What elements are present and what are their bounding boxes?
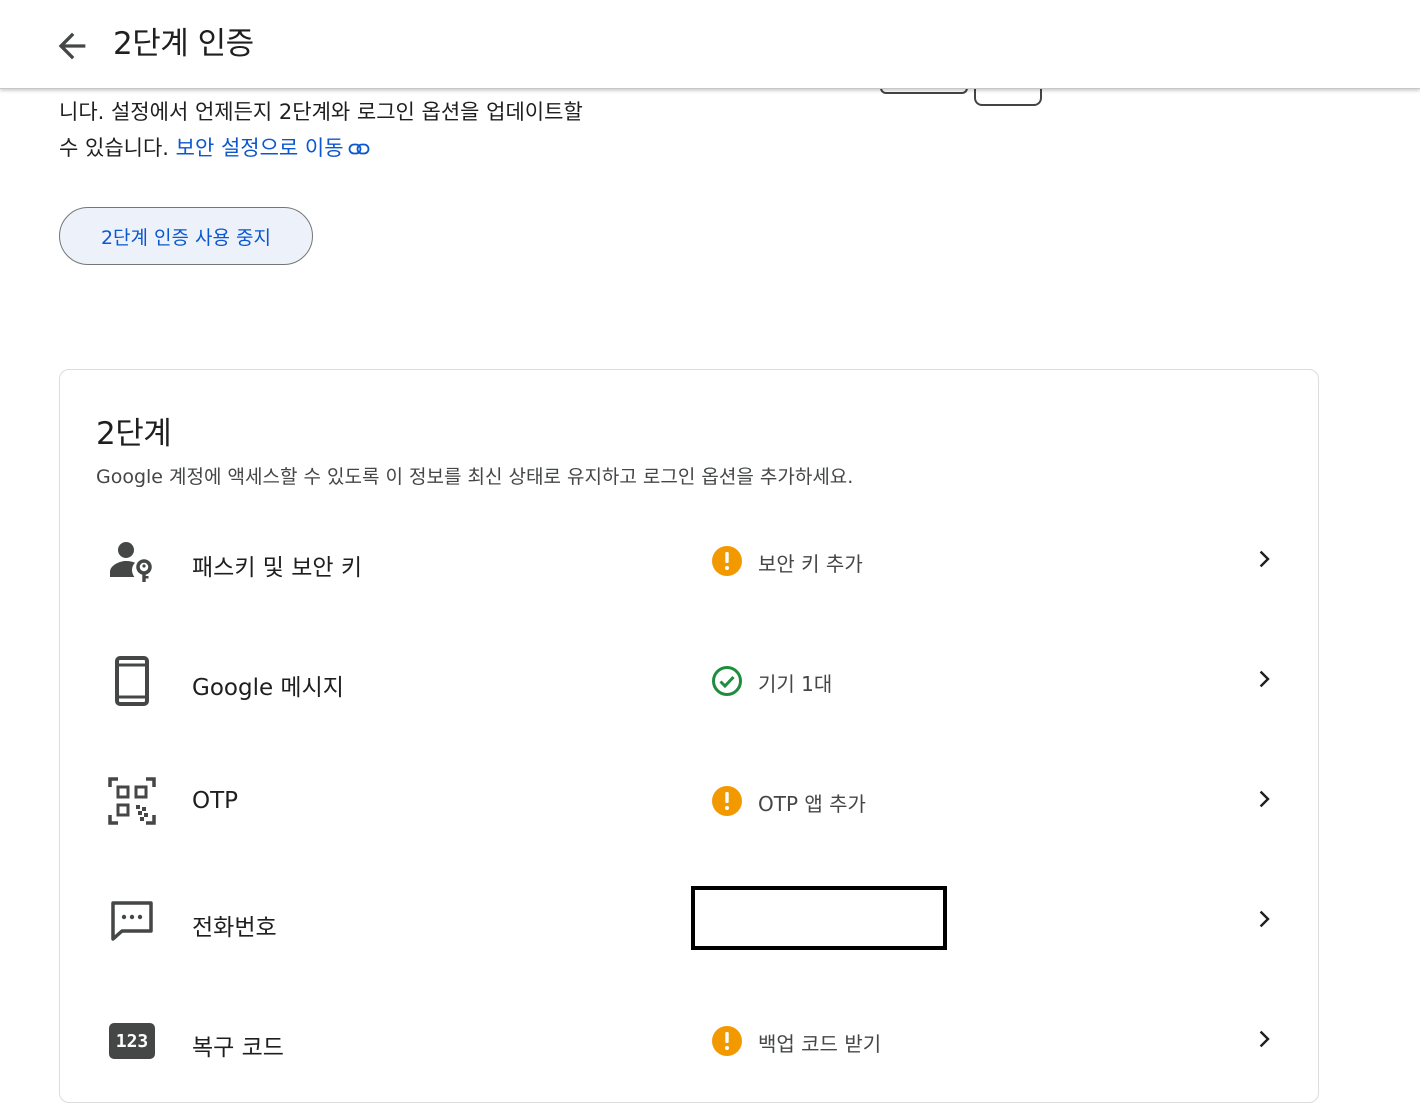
row-status: 백업 코드 받기 xyxy=(758,1032,882,1056)
intro-line: 수 있습니다. 보안 설정으로 이동 xyxy=(59,130,699,167)
second-steps-card: 2단계 Google 계정에 액세스할 수 있도록 이 정보를 최신 상태로 유… xyxy=(59,369,1319,1103)
backup-code-icon-text: 123 xyxy=(109,1023,155,1059)
check-circle-icon xyxy=(711,665,743,697)
chevron-right-icon xyxy=(1252,667,1276,691)
row-status: OTP 앱 추가 xyxy=(758,792,866,816)
list-item-phone-number[interactable]: 전화번호 xyxy=(60,861,1318,981)
passkey-icon xyxy=(108,533,156,589)
row-status: 기기 1대 xyxy=(758,672,833,696)
row-label: 복구 코드 xyxy=(192,1035,284,1061)
backup-code-icon: 123 xyxy=(108,1013,156,1069)
row-label: 전화번호 xyxy=(192,915,277,941)
list-item-google-messages[interactable]: Google 메시지 기기 1대 xyxy=(60,621,1318,741)
row-label: OTP xyxy=(192,788,239,814)
disable-2sv-button[interactable]: 2단계 인증 사용 중지 xyxy=(59,207,313,265)
card-subtitle: Google 계정에 액세스할 수 있도록 이 정보를 최신 상태로 유지하고 … xyxy=(96,466,854,488)
list-item-passkeys[interactable]: 패스키 및 보안 키 보안 키 추가 xyxy=(60,501,1318,621)
chevron-right-icon xyxy=(1252,1027,1276,1051)
page-title: 2단계 인증 xyxy=(113,26,254,62)
chevron-right-icon xyxy=(1252,907,1276,931)
warning-icon xyxy=(711,785,743,817)
chevron-right-icon xyxy=(1252,787,1276,811)
security-settings-link-text[interactable]: 보안 설정으로 이동 xyxy=(176,136,344,160)
redacted-phone-status xyxy=(691,886,947,950)
card-title: 2단계 xyxy=(96,416,172,452)
security-settings-link[interactable]: 보안 설정으로 이동 xyxy=(176,136,370,160)
row-status: 보안 키 추가 xyxy=(758,552,863,576)
row-label: 패스키 및 보안 키 xyxy=(192,555,363,581)
intro-line: 니다. 설정에서 언제든지 2단계와 로그인 옵션을 업데이트할 xyxy=(59,100,583,124)
warning-icon xyxy=(711,545,743,577)
hidden-button-edge xyxy=(974,88,1042,106)
intro-text: 니다. 설정에서 언제든지 2단계와 로그인 옵션을 업데이트할 수 있습니다.… xyxy=(59,94,699,167)
phone-icon xyxy=(108,653,156,709)
top-app-bar: 2단계 인증 xyxy=(0,0,1420,89)
warning-icon xyxy=(711,1025,743,1057)
list-item-otp[interactable]: OTP OTP 앱 추가 xyxy=(60,741,1318,861)
back-arrow-icon[interactable] xyxy=(52,26,92,66)
chevron-right-icon xyxy=(1252,547,1276,571)
link-icon xyxy=(348,131,370,167)
intro-line-text: 수 있습니다. xyxy=(59,136,176,160)
qr-code-icon xyxy=(108,773,156,829)
list-item-backup-codes[interactable]: 123 복구 코드 백업 코드 받기 xyxy=(60,981,1318,1101)
row-label: Google 메시지 xyxy=(192,675,344,701)
message-icon xyxy=(108,893,156,949)
